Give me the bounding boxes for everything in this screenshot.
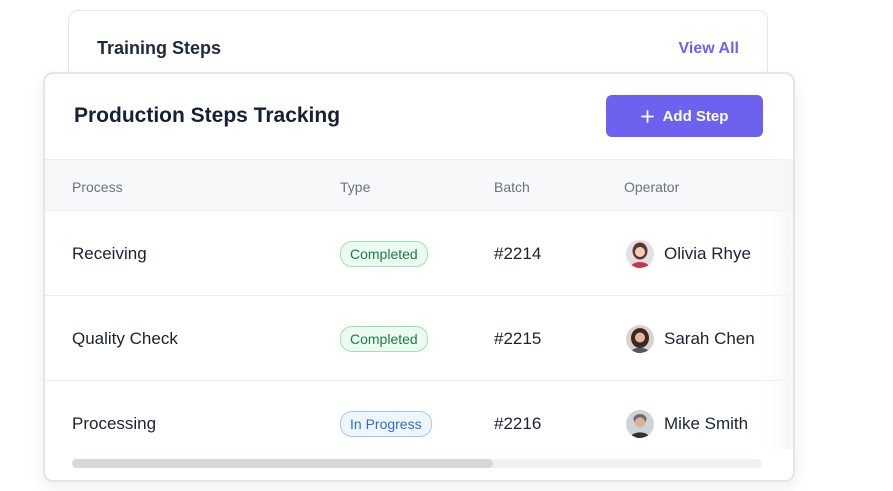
add-step-label: Add Step xyxy=(662,107,729,125)
add-step-button[interactable]: Add Step xyxy=(606,95,763,137)
avatar xyxy=(626,239,654,268)
production-steps-card: Production Steps Tracking Add Step Proce… xyxy=(43,72,795,482)
process-cell: Quality Check xyxy=(72,328,178,348)
column-header-process[interactable]: Process xyxy=(72,179,123,195)
column-header-type[interactable]: Type xyxy=(340,179,370,195)
scrollbar-thumb[interactable] xyxy=(72,459,493,468)
type-cell: In Progress xyxy=(340,381,432,466)
avatar xyxy=(626,409,654,438)
table-header: Process Type Batch Operator xyxy=(45,159,793,211)
batch-cell: #2216 xyxy=(494,413,542,433)
table-row[interactable]: Receiving Completed #2214 Olivia Rhye xyxy=(45,211,793,296)
batch-cell: #2215 xyxy=(494,328,542,348)
process-cell: Processing xyxy=(72,413,157,433)
horizontal-scrollbar[interactable] xyxy=(72,459,762,468)
view-all-link[interactable]: View All xyxy=(679,40,739,58)
process-cell: Receiving xyxy=(72,243,147,263)
table-row[interactable]: Quality Check Completed #2215 Sarah Chen xyxy=(45,296,793,381)
status-badge: In Progress xyxy=(340,410,432,437)
operator-name: Mike Smith xyxy=(664,413,749,433)
column-header-operator[interactable]: Operator xyxy=(624,179,679,195)
avatar xyxy=(626,324,654,353)
type-cell: Completed xyxy=(340,296,428,381)
plus-icon xyxy=(640,109,654,123)
training-steps-title: Training Steps xyxy=(97,38,222,58)
status-badge: Completed xyxy=(340,240,428,267)
batch-cell: #2214 xyxy=(494,243,542,263)
column-header-batch[interactable]: Batch xyxy=(494,179,530,195)
table-row[interactable]: Processing In Progress #2216 Mike Smith xyxy=(45,381,793,466)
operator-name: Olivia Rhye xyxy=(664,243,751,263)
status-badge: Completed xyxy=(340,325,428,352)
production-steps-title: Production Steps Tracking xyxy=(74,104,341,127)
operator-name: Sarah Chen xyxy=(664,328,755,348)
operator-cell: Mike Smith xyxy=(626,381,748,466)
operator-cell: Olivia Rhye xyxy=(626,211,751,296)
operator-cell: Sarah Chen xyxy=(626,296,755,381)
type-cell: Completed xyxy=(340,211,428,296)
